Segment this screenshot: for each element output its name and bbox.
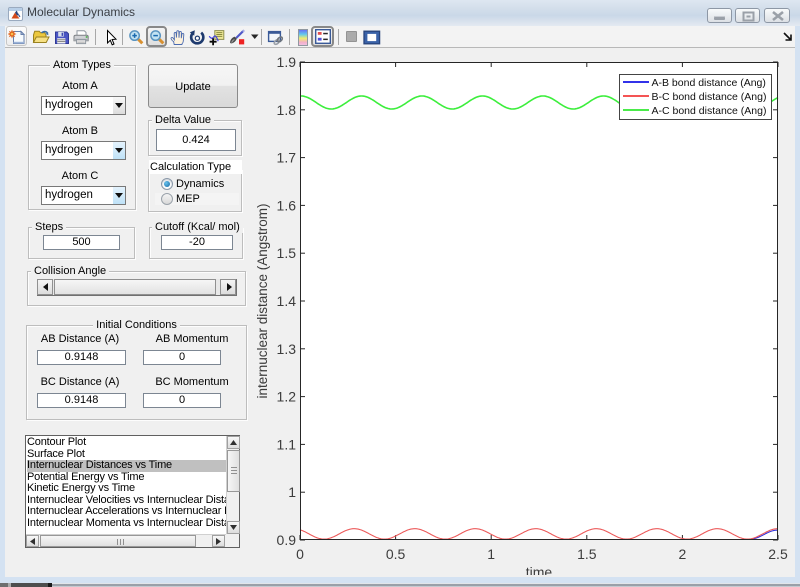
svg-text:1.3: 1.3 xyxy=(277,341,297,357)
svg-text:0.5: 0.5 xyxy=(386,546,406,562)
svg-text:A-B bond distance (Ang): A-B bond distance (Ang) xyxy=(652,77,766,89)
svg-text:2: 2 xyxy=(679,546,687,562)
svg-text:1.2: 1.2 xyxy=(277,389,297,405)
svg-text:1.1: 1.1 xyxy=(277,436,297,452)
svg-text:1.5: 1.5 xyxy=(577,546,597,562)
svg-text:time: time xyxy=(526,564,553,575)
svg-text:0: 0 xyxy=(296,546,304,562)
svg-text:internuclear distance (Angstro: internuclear distance (Angstrom) xyxy=(255,203,270,398)
svg-text:1: 1 xyxy=(288,484,296,500)
svg-text:A-C bond distance (Ang): A-C bond distance (Ang) xyxy=(652,105,767,117)
svg-text:1.8: 1.8 xyxy=(277,102,297,118)
svg-text:1.6: 1.6 xyxy=(277,197,297,213)
svg-text:1: 1 xyxy=(487,546,495,562)
svg-text:1.7: 1.7 xyxy=(277,150,297,166)
svg-text:1.9: 1.9 xyxy=(277,54,297,70)
svg-text:0.9: 0.9 xyxy=(277,532,297,548)
svg-text:1.5: 1.5 xyxy=(277,245,297,261)
svg-text:1.4: 1.4 xyxy=(277,293,297,309)
svg-text:2.5: 2.5 xyxy=(768,546,788,562)
svg-text:B-C bond distance (Ang): B-C bond distance (Ang) xyxy=(652,91,767,103)
